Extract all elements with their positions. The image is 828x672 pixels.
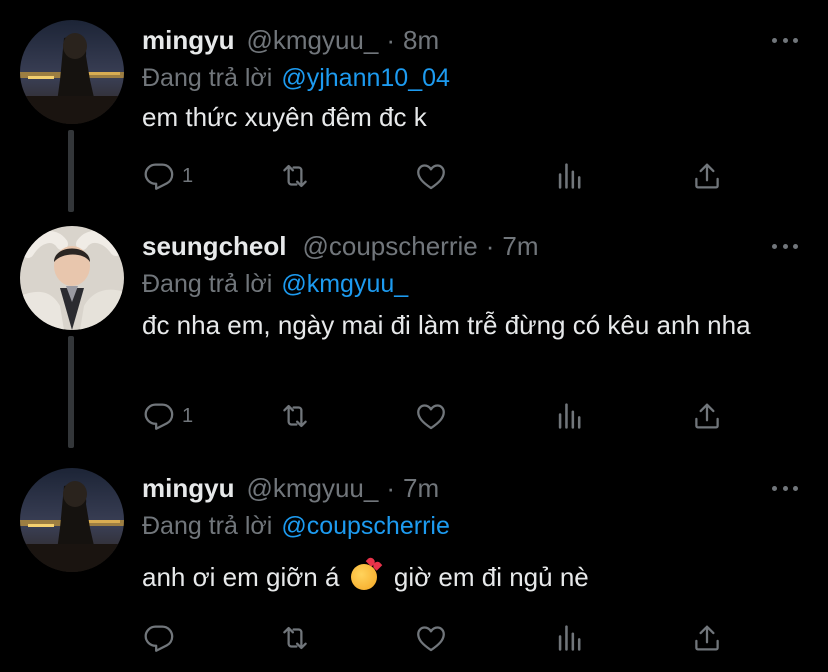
separator: · xyxy=(386,472,396,503)
retweet-icon xyxy=(283,164,307,188)
tweet-text: đc nha em, ngày mai đi làm trễ đừng có k… xyxy=(142,310,751,340)
avatar[interactable] xyxy=(20,468,124,572)
more-options-icon[interactable] xyxy=(772,234,798,258)
tweet-thread: mingyu @kmgyuu_ · 8m Đang trả lời @yjhan… xyxy=(0,0,828,672)
analytics-icon xyxy=(558,625,581,651)
replying-to-link[interactable]: @coupscherrie xyxy=(281,512,450,541)
like-button[interactable] xyxy=(414,618,448,658)
tweet-text: anh ơi em giỡn á giờ em đi ngủ nè xyxy=(142,560,788,594)
replying-to-label: Đang trả lời xyxy=(142,511,273,540)
share-icon xyxy=(695,163,719,189)
tweet-actions xyxy=(142,618,788,658)
tweet-text-part: giờ em đi ngủ nè xyxy=(393,562,589,592)
display-name[interactable]: seungcheol xyxy=(142,231,286,262)
display-name[interactable]: mingyu xyxy=(142,473,234,504)
analytics-button[interactable] xyxy=(553,156,587,196)
retweet-icon xyxy=(283,404,307,428)
thread-connector xyxy=(68,336,74,448)
tweet[interactable]: mingyu @kmgyuu_ · 7m Đang trả lời @coups… xyxy=(0,468,828,668)
reply-count: 1 xyxy=(182,164,194,187)
share-button[interactable] xyxy=(690,156,724,196)
share-icon xyxy=(695,403,719,429)
tweet[interactable]: seungcheol @coupscherrie · 7m Đang trả l… xyxy=(0,226,828,448)
smiling-face-with-hearts-icon xyxy=(350,564,377,590)
tweet-text-part: anh ơi em giỡn á xyxy=(142,562,340,592)
avatar[interactable] xyxy=(20,226,124,330)
like-icon xyxy=(417,404,445,430)
avatar-photo xyxy=(20,468,124,572)
more-options-icon[interactable] xyxy=(772,28,798,52)
tweet-header: seungcheol @coupscherrie · 7m xyxy=(142,226,539,266)
tweet-header: mingyu @kmgyuu_ · 8m xyxy=(142,20,439,60)
replying-to-label: Đang trả lời xyxy=(142,63,273,92)
tweet-actions: 1 xyxy=(142,396,788,436)
reply-count: 1 xyxy=(182,404,194,427)
replying-to: Đang trả lời @kmgyuu_ xyxy=(142,266,408,302)
replying-to-label: Đang trả lời xyxy=(142,269,273,298)
separator: · xyxy=(485,230,495,261)
timestamp[interactable]: 7m xyxy=(403,473,439,504)
replying-to: Đang trả lời @coupscherrie xyxy=(142,508,450,544)
analytics-icon xyxy=(558,163,581,189)
tweet-header: mingyu @kmgyuu_ · 7m xyxy=(142,468,439,508)
like-icon xyxy=(417,164,445,190)
share-icon xyxy=(695,625,719,651)
analytics-button[interactable] xyxy=(553,618,587,658)
reply-button[interactable] xyxy=(142,618,182,658)
analytics-button[interactable] xyxy=(553,396,587,436)
retweet-button[interactable] xyxy=(278,618,312,658)
like-button[interactable] xyxy=(414,396,448,436)
like-icon xyxy=(417,626,445,652)
username[interactable]: @coupscherrie xyxy=(302,231,477,262)
share-button[interactable] xyxy=(690,396,724,436)
replying-to-link[interactable]: @yjhann10_04 xyxy=(281,64,450,93)
replying-to-link[interactable]: @kmgyuu_ xyxy=(281,270,408,299)
separator: · xyxy=(386,24,396,55)
share-button[interactable] xyxy=(690,618,724,658)
replying-to: Đang trả lời @yjhann10_04 xyxy=(142,60,450,96)
thread-connector xyxy=(68,130,74,212)
like-button[interactable] xyxy=(414,156,448,196)
retweet-button[interactable] xyxy=(278,156,312,196)
tweet-actions: 1 xyxy=(142,156,788,196)
more-options-icon[interactable] xyxy=(772,476,798,500)
reply-button[interactable]: 1 xyxy=(142,156,193,196)
reply-icon xyxy=(144,403,174,430)
avatar-photo xyxy=(20,20,124,124)
tweet-text: em thức xuyên đêm đc k xyxy=(142,102,427,132)
username[interactable]: @kmgyuu_ xyxy=(246,25,378,56)
retweet-button[interactable] xyxy=(278,396,312,436)
reply-icon xyxy=(144,625,174,652)
reply-button[interactable]: 1 xyxy=(142,396,193,436)
analytics-icon xyxy=(558,403,581,429)
retweet-icon xyxy=(283,626,307,650)
avatar-photo xyxy=(20,226,124,330)
timestamp[interactable]: 7m xyxy=(502,231,538,262)
timestamp[interactable]: 8m xyxy=(403,25,439,56)
tweet[interactable]: mingyu @kmgyuu_ · 8m Đang trả lời @yjhan… xyxy=(0,20,828,212)
display-name[interactable]: mingyu xyxy=(142,25,234,56)
avatar[interactable] xyxy=(20,20,124,124)
username[interactable]: @kmgyuu_ xyxy=(246,473,378,504)
reply-icon xyxy=(144,163,174,190)
